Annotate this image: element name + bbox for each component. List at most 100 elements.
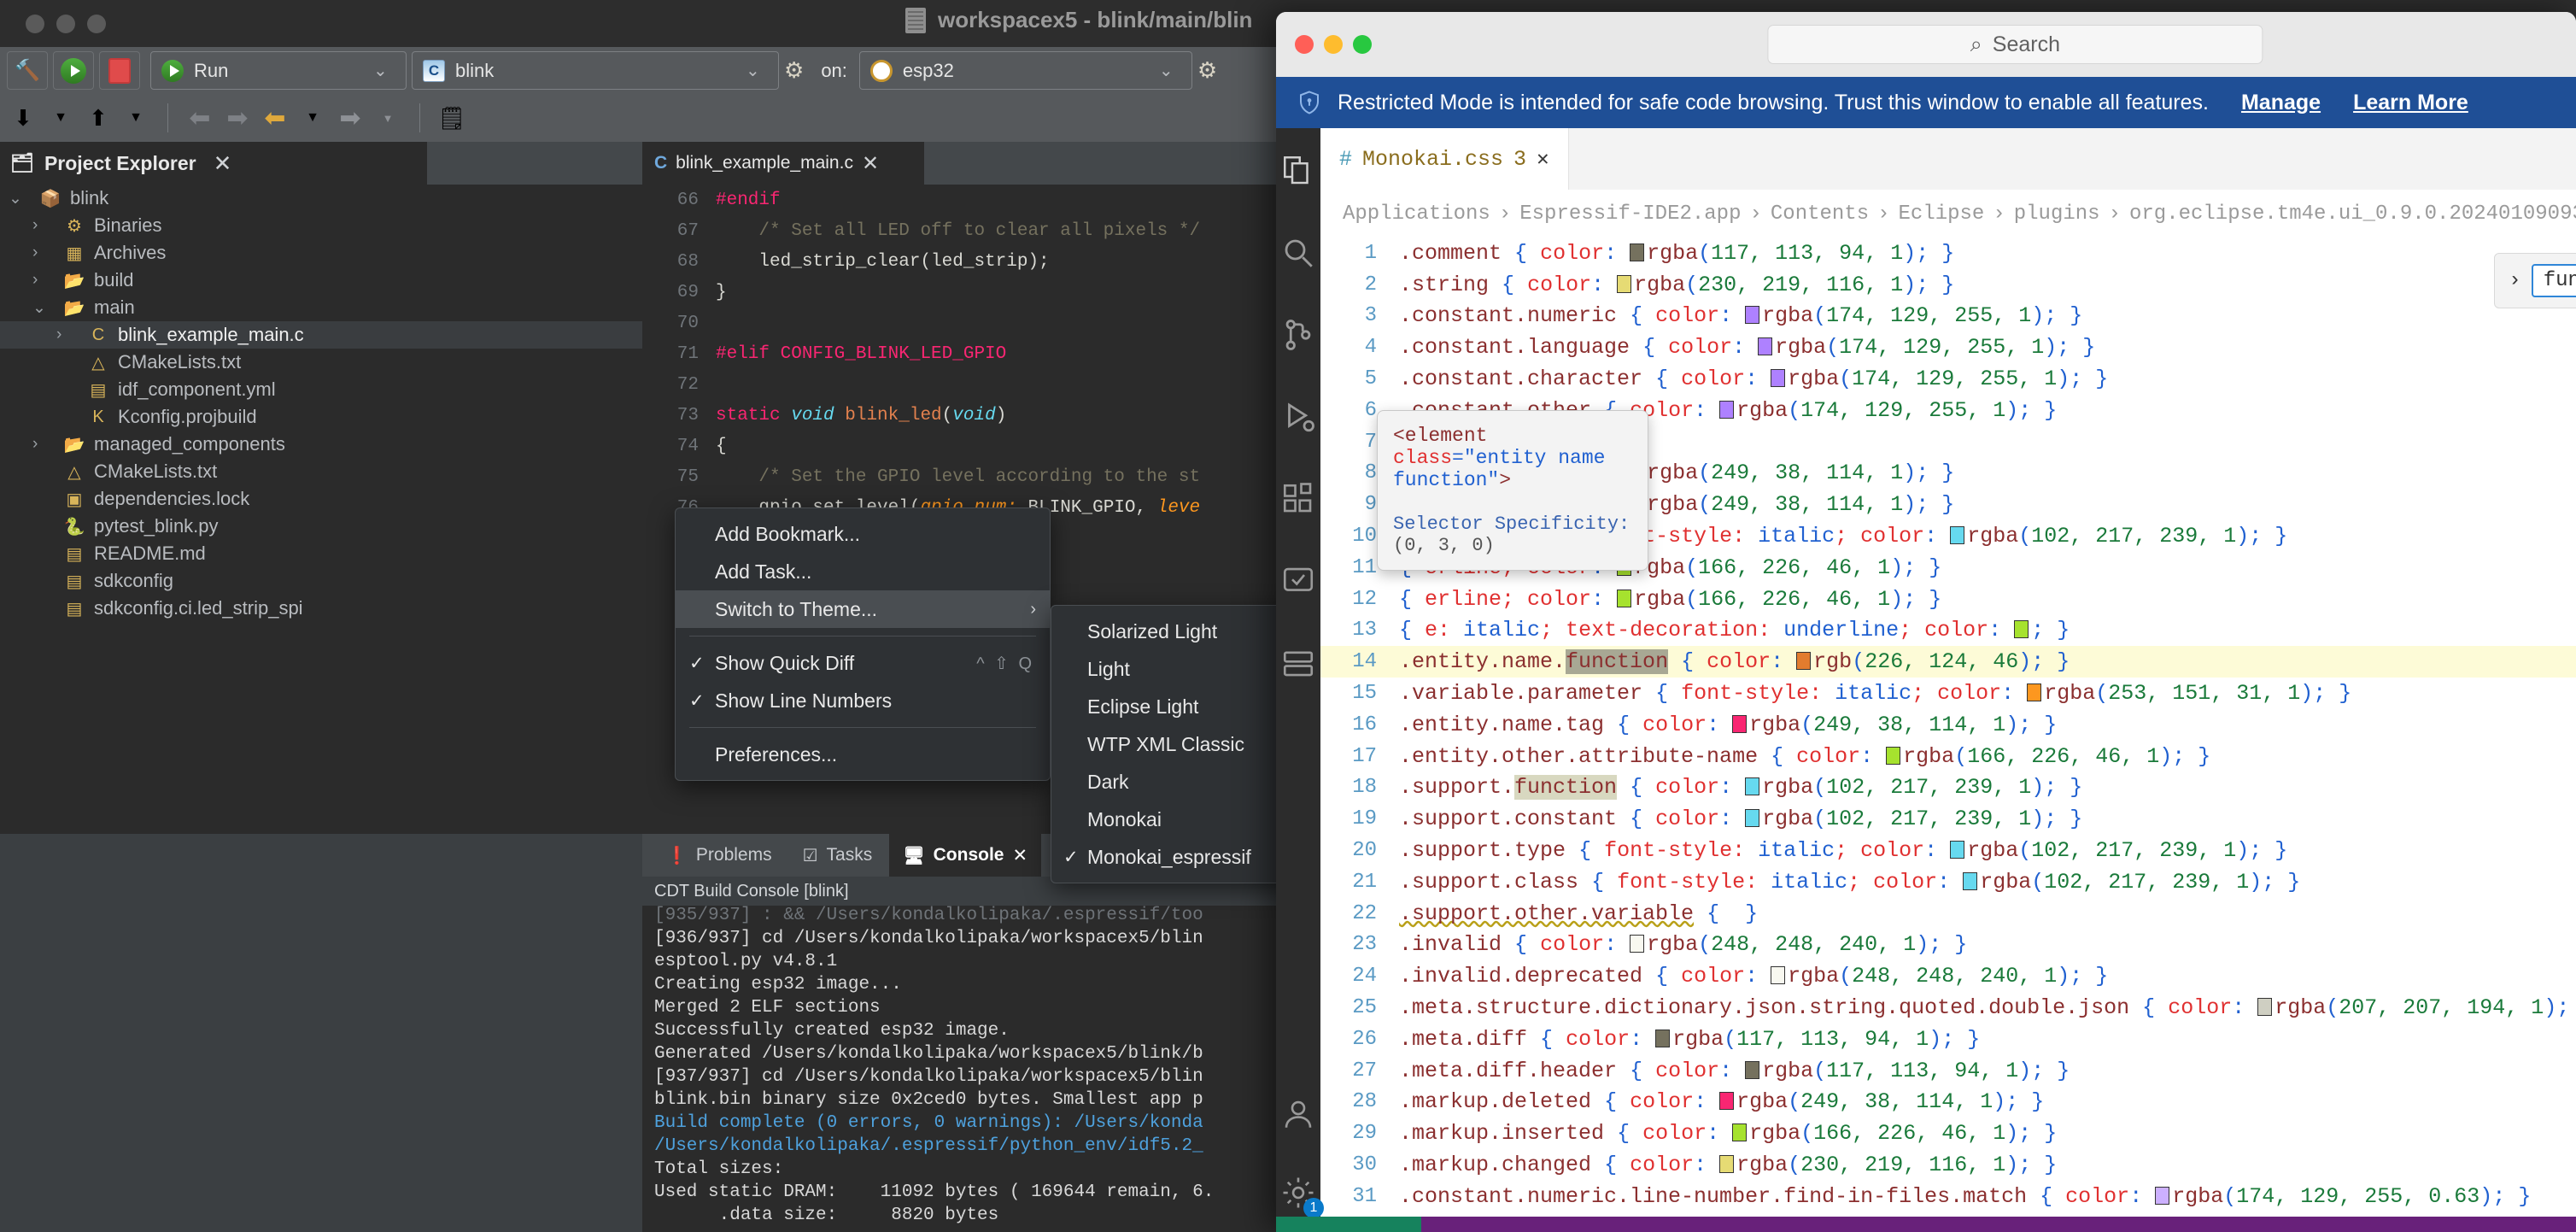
css-code-line[interactable]: 23 .invalid { color: rgba(248, 248, 240, …: [1320, 930, 2576, 961]
tree-item[interactable]: 🐍 pytest_blink.py: [0, 513, 642, 540]
launch-mode-dropdown[interactable]: Run ⌄: [150, 51, 407, 90]
tree-item[interactable]: ▤ sdkconfig.ci.led_strip_spi: [0, 595, 642, 622]
css-code-line[interactable]: 2 .string { color: rgba(230, 219, 116, 1)…: [1320, 269, 2576, 301]
breadcrumb[interactable]: Applications › Espressif-IDE2.app › Contents…: [1320, 190, 2576, 238]
editor-context-menu[interactable]: Add Bookmark... Add Task... Switch to Them…: [675, 507, 1051, 781]
vscode-search-bar[interactable]: ⌕ Search: [1767, 25, 2263, 64]
project-settings-gear-icon[interactable]: ⚙: [784, 57, 804, 84]
maximize-button[interactable]: [1353, 35, 1372, 54]
menu-item[interactable]: Preferences...: [676, 736, 1050, 773]
outline-widget[interactable]: › function: [2494, 253, 2576, 308]
css-code-line[interactable]: 24 .invalid.deprecated { color: rgba(248,…: [1320, 960, 2576, 992]
run-button[interactable]: [53, 51, 94, 90]
css-code-line[interactable]: 25 .meta.structure.dictionary.json.string…: [1320, 992, 2576, 1024]
close-icon[interactable]: ✕: [1012, 845, 1027, 866]
tree-item[interactable]: › ▦ Archives: [0, 239, 642, 267]
css-code-line[interactable]: 12 { erline; color: rgba(166, 226, 46, 1)…: [1320, 584, 2576, 615]
manage-link[interactable]: Manage: [2241, 91, 2321, 115]
tree-item[interactable]: ⌄ 📦 blink: [0, 185, 642, 212]
import-icon[interactable]: ⬇: [9, 103, 38, 132]
minimize-button[interactable]: [56, 14, 75, 33]
account-icon[interactable]: [1276, 1092, 1320, 1136]
css-code-line[interactable]: 30 .markup.changed { color: rgba(230, 219…: [1320, 1149, 2576, 1181]
css-code-line[interactable]: 29 .markup.inserted { color: rgba(166, 22…: [1320, 1118, 2576, 1149]
close-icon[interactable]: ✕: [1537, 146, 1549, 172]
css-code-line[interactable]: 19 .support.constant { color: rgba(102, 2…: [1320, 803, 2576, 835]
build-button[interactable]: 🔨: [7, 51, 48, 90]
chevron-right-icon[interactable]: ›: [32, 243, 55, 262]
export-icon[interactable]: ⬆: [84, 103, 113, 132]
css-code-line[interactable]: 20 .support.type { font-style: italic; co…: [1320, 835, 2576, 866]
testing-icon[interactable]: [1276, 559, 1320, 603]
bottom-tab-console[interactable]: 🖥 Console ✕: [889, 834, 1042, 877]
chevron-right-icon[interactable]: ›: [32, 271, 55, 290]
css-code-line[interactable]: 15 .variable.parameter { font-style: ital…: [1320, 678, 2576, 709]
bottom-tab-problems[interactable]: ❗ Problems: [653, 834, 786, 877]
breadcrumb-item[interactable]: org.eclipse.tm4e.ui_0.9.0.202401090933: [2129, 202, 2576, 226]
css-code-line[interactable]: 5 .constant.character { color: rgba(174, …: [1320, 363, 2576, 395]
css-code-line[interactable]: 27 .meta.diff.header { color: rgba(117, 1…: [1320, 1055, 2576, 1087]
editor-tab-blink-example-main-c[interactable]: C blink_example_main.c ✕: [642, 142, 924, 185]
tree-item[interactable]: ▤ README.md: [0, 540, 642, 567]
css-code-line[interactable]: 14 .entity.name.function { color: rgb(226…: [1320, 646, 2576, 678]
css-code-line[interactable]: 4 .constant.language { color: rgba(174, 1…: [1320, 331, 2576, 363]
new-note-icon[interactable]: 🗒: [437, 103, 466, 132]
run-debug-icon[interactable]: [1276, 395, 1320, 439]
project-dropdown[interactable]: C blink ⌄: [412, 51, 779, 90]
breadcrumb-item[interactable]: Applications: [1343, 202, 1490, 226]
tree-item[interactable]: ▣ dependencies.lock: [0, 485, 642, 513]
tree-item[interactable]: ⌄ 📂 main: [0, 294, 642, 321]
breadcrumb-item[interactable]: Espressif-IDE2.app: [1519, 202, 1741, 226]
css-code-line[interactable]: 3 .constant.numeric { color: rgba(174, 12…: [1320, 301, 2576, 332]
css-code-line[interactable]: 16 .entity.name.tag { color: rgba(249, 38…: [1320, 709, 2576, 741]
close-icon[interactable]: ✕: [862, 151, 879, 176]
eclipse-window-controls[interactable]: [26, 14, 106, 33]
tab-monokai-css[interactable]: # Monokai.css 3 ✕: [1320, 128, 1569, 190]
breadcrumb-item[interactable]: plugins: [2014, 202, 2100, 226]
close-button[interactable]: [1295, 35, 1314, 54]
css-code-line[interactable]: 1 .comment { color: rgba(117, 113, 94, 1)…: [1320, 238, 2576, 269]
css-code-line[interactable]: 22 .support.other.variable { }: [1320, 898, 2576, 930]
tree-item[interactable]: › 📂 build: [0, 267, 642, 294]
tree-item[interactable]: K Kconfig.projbuild: [0, 403, 642, 431]
vscode-tab-bar[interactable]: # Monokai.css 3 ✕: [1320, 128, 2576, 190]
learn-more-link[interactable]: Learn More: [2353, 91, 2468, 115]
close-icon[interactable]: ✕: [214, 150, 232, 177]
chevron-down-icon[interactable]: ▼: [373, 103, 402, 132]
css-code-line[interactable]: 17 .entity.other.attribute-name { color: …: [1320, 741, 2576, 772]
menu-item[interactable]: ✓ Show Quick Diff ^ ⇧ Q: [676, 644, 1050, 682]
tree-item[interactable]: › ⚙ Binaries: [0, 212, 642, 239]
css-code-line[interactable]: 13 { e: italic; text-decoration: underlin…: [1320, 615, 2576, 647]
stop-button[interactable]: [99, 51, 140, 90]
back-icon[interactable]: ⬅: [261, 103, 290, 132]
vscode-activity-bar[interactable]: [1276, 128, 1324, 1232]
chevron-down-icon[interactable]: ▼: [298, 103, 327, 132]
css-code-line[interactable]: 21 .support.class { font-style: italic; c…: [1320, 866, 2576, 898]
breadcrumb-item[interactable]: Contents: [1771, 202, 1869, 226]
chevron-down-icon[interactable]: ▼: [46, 103, 75, 132]
css-code-line[interactable]: 31 .constant.numeric.line-number.find-in-…: [1320, 1181, 2576, 1212]
tree-item[interactable]: ▤ sdkconfig: [0, 567, 642, 595]
chevron-right-icon[interactable]: ›: [2509, 269, 2520, 292]
chevron-down-icon[interactable]: ⌄: [9, 189, 31, 208]
menu-item[interactable]: Add Task...: [676, 553, 1050, 590]
chevron-right-icon[interactable]: ›: [56, 326, 79, 344]
target-dropdown[interactable]: esp32 ⌄: [858, 51, 1192, 90]
explorer-icon[interactable]: [1276, 149, 1320, 193]
vscode-code-area[interactable]: 1 .comment { color: rgba(117, 113, 94, 1)…: [1320, 238, 2576, 1232]
chevron-right-icon[interactable]: ›: [32, 435, 55, 454]
forward-icon[interactable]: ➡: [336, 103, 365, 132]
maximize-button[interactable]: [87, 14, 106, 33]
css-code-line[interactable]: 28 .markup.deleted { color: rgba(249, 38,…: [1320, 1087, 2576, 1118]
css-code-line[interactable]: 26 .meta.diff { color: rgba(117, 113, 94,…: [1320, 1024, 2576, 1055]
chevron-right-icon[interactable]: ›: [32, 216, 55, 235]
search-icon[interactable]: [1276, 231, 1320, 275]
tree-item[interactable]: › Cblink_example_main.c: [0, 321, 642, 349]
menu-item[interactable]: ✓ Show Line Numbers: [676, 682, 1050, 719]
menu-item[interactable]: Add Bookmark...: [676, 515, 1050, 553]
breadcrumb-item[interactable]: Eclipse: [1899, 202, 1985, 226]
menu-item[interactable]: Switch to Theme... ›: [676, 590, 1050, 628]
tree-item[interactable]: △ CMakeLists.txt: [0, 349, 642, 376]
tree-item[interactable]: › 📂 managed_components: [0, 431, 642, 458]
chevron-down-icon[interactable]: ▼: [121, 103, 150, 132]
